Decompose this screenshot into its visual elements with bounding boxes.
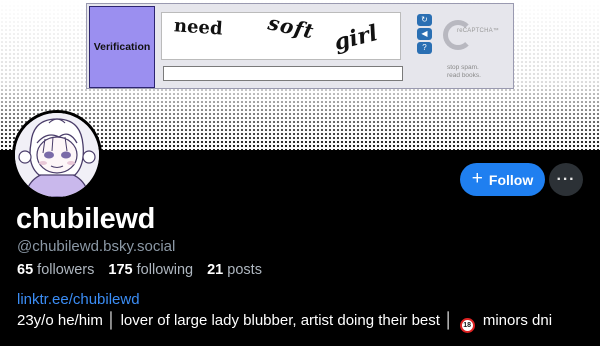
profile-stats: 65 followers 175 following 21 posts: [17, 262, 262, 278]
help-icon: ?: [417, 42, 432, 54]
avatar-illustration: [15, 113, 99, 197]
following-link[interactable]: 175 following: [108, 262, 193, 278]
captcha-buttons: ↻ ◀ ?: [417, 14, 433, 56]
posts-stat: 21 posts: [207, 262, 262, 278]
captcha-word: need: [173, 15, 224, 40]
refresh-icon: ↻: [417, 14, 432, 26]
captcha-words: need soft girl: [161, 10, 401, 60]
following-count: 175: [108, 262, 133, 278]
captcha-answer-field: [163, 66, 403, 81]
captcha-word: girl: [331, 20, 381, 56]
bio-text: 23y/o he/him │ lover of large lady blubb…: [17, 312, 552, 333]
no-under-18-icon: 18: [459, 318, 475, 333]
followers-count: 65: [17, 262, 34, 278]
bio-text-end: minors dni: [482, 312, 553, 329]
more-horizontal-icon: ···: [556, 170, 576, 188]
captcha-label: Verification: [89, 6, 155, 88]
captcha-brand: reCAPTCHA™: [457, 28, 500, 34]
captcha-tagline-line: stop spam.: [447, 64, 479, 71]
display-name: chubilewd: [16, 203, 156, 235]
recaptcha-logo-icon: [443, 20, 473, 50]
posts-label: posts: [227, 262, 262, 278]
follow-button-label: Follow: [488, 171, 534, 188]
bio-link[interactable]: linktr.ee/chubilewd: [17, 291, 140, 308]
captcha-tagline: stop spam. read books.: [447, 64, 507, 80]
captcha-word: soft: [266, 10, 317, 44]
follow-button[interactable]: + Follow: [460, 163, 545, 196]
captcha-tagline-line: read books.: [447, 72, 481, 79]
following-label: following: [136, 262, 194, 278]
plus-icon: +: [471, 168, 483, 189]
audio-icon: ◀: [417, 28, 432, 40]
followers-link[interactable]: 65 followers: [17, 262, 94, 278]
captcha-image: Verification need soft girl ↻ ◀ ? reCAPT…: [86, 3, 514, 89]
bio-text-main: 23y/o he/him │ lover of large lady blubb…: [17, 312, 454, 329]
more-options-button[interactable]: ···: [549, 163, 583, 196]
profile-handle: @chubilewd.bsky.social: [17, 238, 176, 255]
followers-label: followers: [37, 262, 95, 278]
posts-count: 21: [207, 262, 224, 278]
avatar[interactable]: [12, 110, 102, 200]
